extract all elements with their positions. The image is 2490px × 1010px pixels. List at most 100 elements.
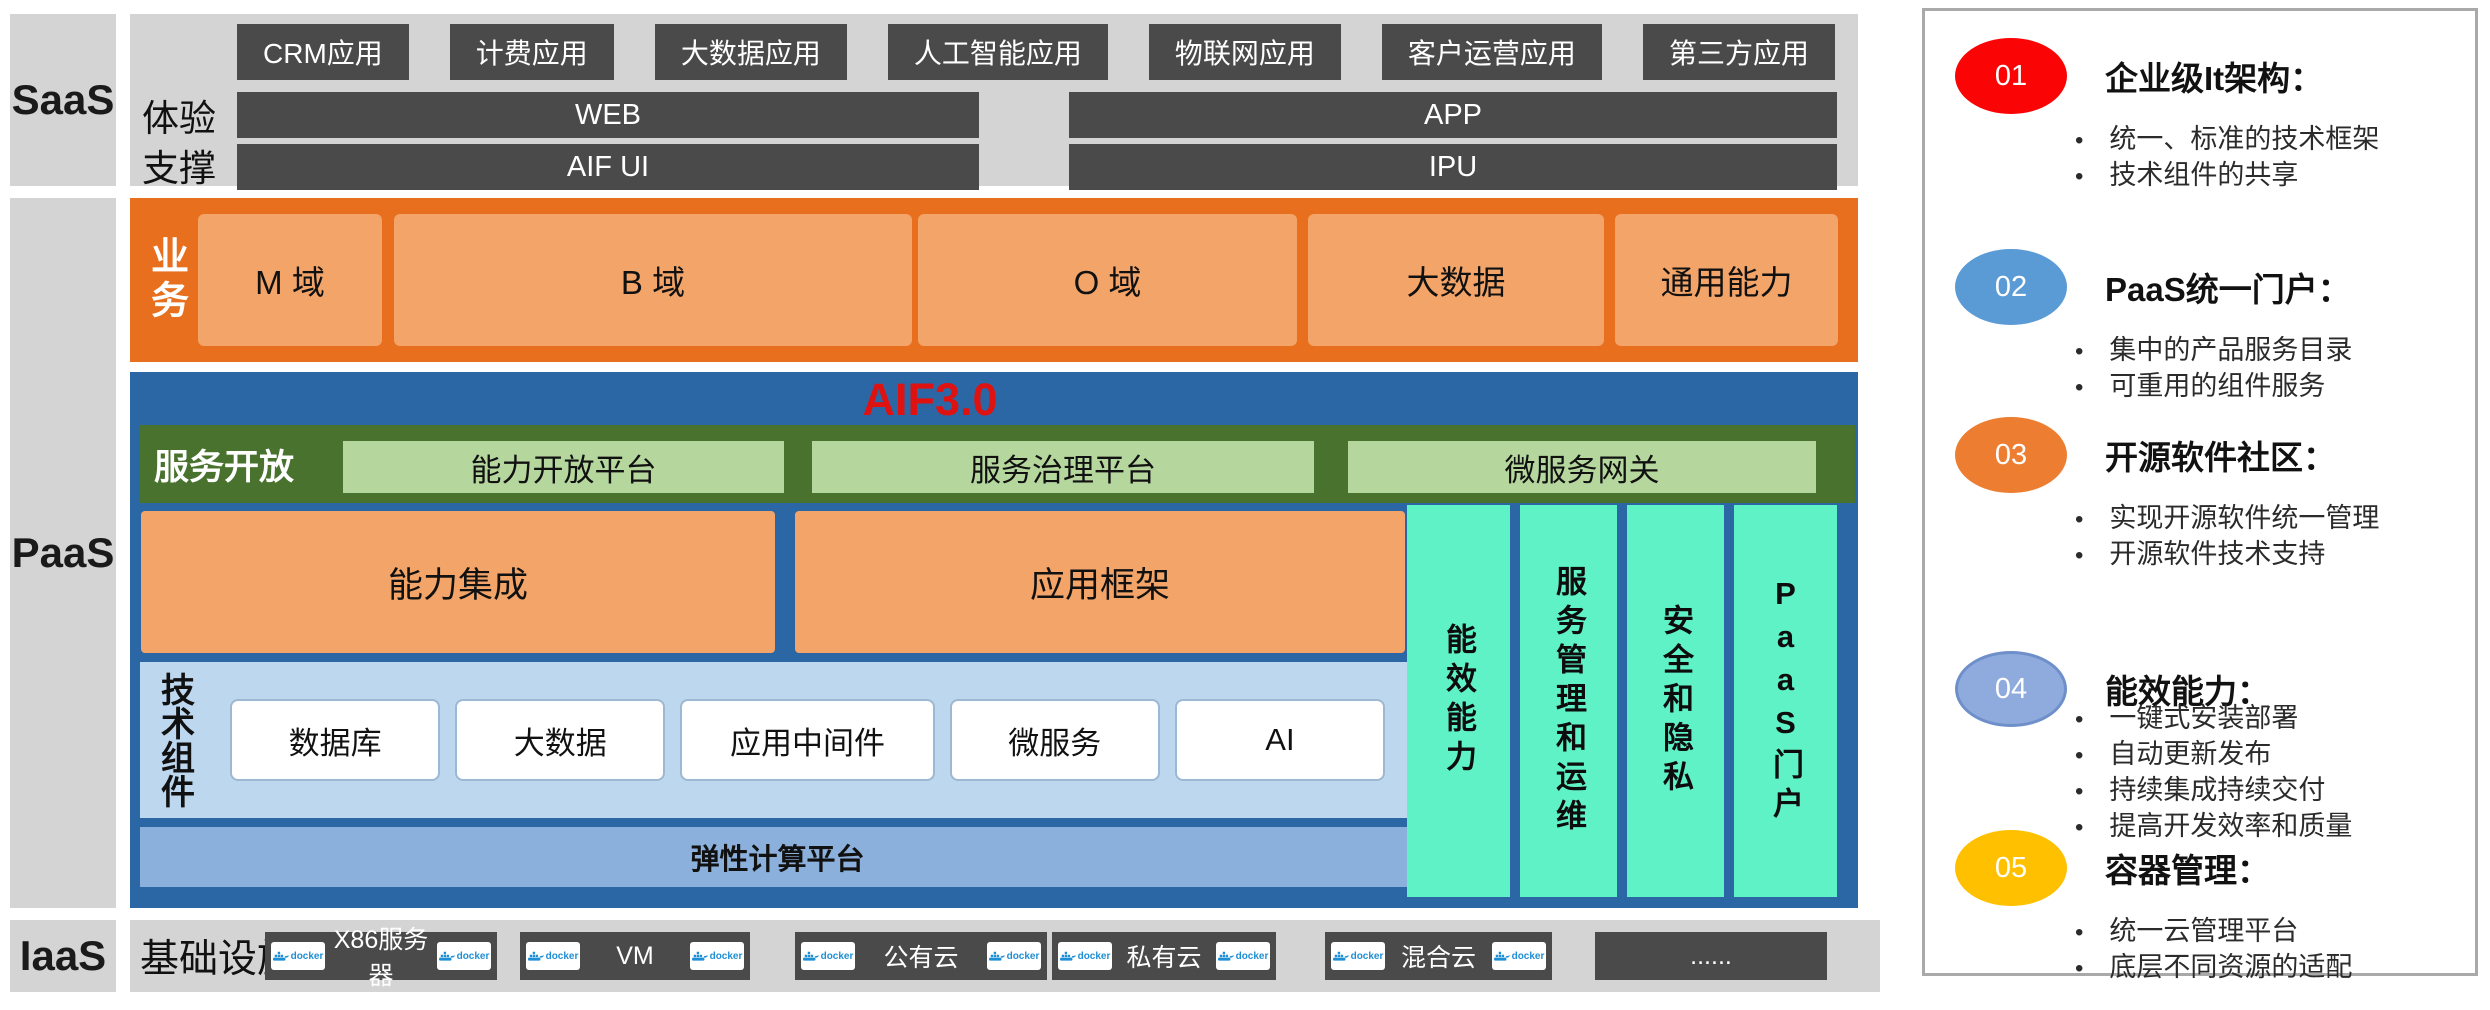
legend-item-1: 01 企业级It架构： 统一、标准的技术框架 技术组件的共享: [1925, 38, 2475, 114]
item-bullet: 开源软件技术支持: [2075, 537, 2379, 573]
capability-open-platform-box: 能力开放平台: [343, 441, 784, 493]
docker-logo-icon: docker: [526, 942, 580, 970]
service-open-band: 服务开放 能力开放平台 服务治理平台 微服务网关: [140, 425, 1855, 503]
item-bullet: 统一、标准的技术框架: [2075, 122, 2379, 158]
item-number-badge: 04: [1955, 651, 2067, 727]
domain-box-b: B 域: [394, 214, 912, 346]
tech-components-row: 数据库 大数据 应用中间件 微服务 AI: [230, 699, 1385, 781]
legend-item-2: 02 PaaS统一门户： 集中的产品服务目录 可重用的组件服务: [1925, 249, 2475, 325]
domain-box-o: O 域: [918, 214, 1297, 346]
iaas-box-label: ......: [1601, 942, 1821, 971]
saas-band: CRM应用 计费应用 大数据应用 人工智能应用 物联网应用 客户运营应用 第三方…: [130, 14, 1858, 186]
item-bullet: 自动更新发布: [2075, 737, 2352, 773]
iaas-box-label: X86服务器: [325, 920, 437, 992]
item-number-badge: 05: [1955, 830, 2067, 906]
item-title: 企业级It架构：: [2105, 52, 2323, 100]
architecture-diagram: SaaS PaaS IaaS CRM应用 计费应用 大数据应用 人工智能应用 物…: [0, 0, 2490, 1010]
aif-platform-title: AIF3.0: [130, 374, 1730, 426]
item-bullet: 持续集成持续交付: [2075, 773, 2352, 809]
iaas-box-hybrid-cloud: docker 混合云 docker: [1325, 932, 1552, 980]
legend-item-head: 01 企业级It架构：: [1925, 38, 2475, 114]
app-box-bigdata: 大数据应用: [655, 24, 847, 80]
web-bar: WEB: [237, 92, 979, 138]
tech-box-microservice: 微服务: [950, 699, 1160, 781]
iaas-box-label: VM: [580, 942, 690, 971]
pillar-efficiency: 能效能力: [1407, 505, 1510, 897]
iaas-box-vm: docker VM docker: [520, 932, 750, 980]
legend-item-head: 03 开源软件社区：: [1925, 417, 2475, 493]
item-number-badge: 02: [1955, 249, 2067, 325]
item-title: 开源软件社区：: [2105, 431, 2336, 479]
domain-box-bigdata: 大数据: [1308, 214, 1604, 346]
app-box-crm: CRM应用: [237, 24, 409, 80]
item-bullet: 一键式安装部署: [2075, 701, 2352, 737]
docker-logo-icon: docker: [271, 942, 325, 970]
docker-logo-icon: docker: [987, 942, 1041, 970]
tech-box-bigdata: 大数据: [455, 699, 665, 781]
app-box-ai: 人工智能应用: [888, 24, 1108, 80]
aif-ui-bar: AIF UI: [237, 144, 979, 190]
item-bullet: 实现开源软件统一管理: [2075, 501, 2379, 537]
capability-integration-box: 能力集成: [141, 511, 775, 653]
docker-logo-icon: docker: [437, 942, 491, 970]
app-box-customer-ops: 客户运营应用: [1382, 24, 1602, 80]
business-label: 业务: [140, 198, 192, 362]
iaas-box-more: ......: [1595, 932, 1827, 980]
experience-support-label: 体验 支撑: [142, 94, 236, 194]
tech-box-middleware: 应用中间件: [680, 699, 934, 781]
service-governance-platform-box: 服务治理平台: [812, 441, 1314, 493]
pillar-security-privacy: 安全和隐私: [1627, 505, 1724, 897]
item-bullets: 统一、标准的技术框架 技术组件的共享: [2075, 122, 2379, 194]
item-bullet: 底层不同资源的适配: [2075, 950, 2352, 986]
app-box-thirdparty: 第三方应用: [1643, 24, 1835, 80]
item-number-badge: 03: [1955, 417, 2067, 493]
item-bullets: 实现开源软件统一管理 开源软件技术支持: [2075, 501, 2379, 573]
saas-apps-row: CRM应用 计费应用 大数据应用 人工智能应用 物联网应用 客户运营应用 第三方…: [237, 24, 1835, 80]
docker-logo-icon: docker: [1331, 942, 1385, 970]
domain-box-m: M 域: [198, 214, 382, 346]
iaas-box-label: 私有云: [1112, 938, 1216, 974]
app-box-billing: 计费应用: [450, 24, 614, 80]
domain-box-common: 通用能力: [1615, 214, 1838, 346]
iaas-box-public-cloud: docker 公有云 docker: [795, 932, 1047, 980]
pillar-service-mgmt-ops: 服务管理和运维: [1520, 505, 1617, 897]
legend-item-3: 03 开源软件社区： 实现开源软件统一管理 开源软件技术支持: [1925, 417, 2475, 493]
item-number-badge: 01: [1955, 38, 2067, 114]
business-band: 业务 M 域 B 域 O 域 大数据 通用能力: [130, 198, 1858, 362]
layer-label-saas: SaaS: [10, 14, 116, 186]
docker-logo-icon: docker: [1058, 942, 1112, 970]
microservice-gateway-box: 微服务网关: [1348, 441, 1816, 493]
item-title: 容器管理：: [2105, 844, 2270, 892]
app-bar: APP: [1069, 92, 1837, 138]
tech-components-label: 技术组件: [150, 662, 200, 818]
experience-support-line1: 体验: [142, 94, 236, 144]
experience-support-line2: 支撑: [142, 144, 236, 194]
tech-box-database: 数据库: [230, 699, 440, 781]
item-bullet: 集中的产品服务目录: [2075, 333, 2352, 369]
docker-logo-icon: docker: [1216, 942, 1270, 970]
item-title: PaaS统一门户：: [2105, 263, 2351, 311]
iaas-box-private-cloud: docker 私有云 docker: [1052, 932, 1276, 980]
item-bullet: 统一云管理平台: [2075, 914, 2352, 950]
iaas-box-label: 混合云: [1385, 938, 1492, 974]
item-bullet: 技术组件的共享: [2075, 158, 2379, 194]
item-bullets: 集中的产品服务目录 可重用的组件服务: [2075, 333, 2352, 405]
legend-item-5: 05 容器管理： 统一云管理平台 底层不同资源的适配: [1925, 830, 2475, 906]
paas-band: AIF3.0 服务开放 能力开放平台 服务治理平台 微服务网关 能力集成 应用框…: [130, 372, 1858, 908]
item-bullets: 统一云管理平台 底层不同资源的适配: [2075, 914, 2352, 986]
app-box-iot: 物联网应用: [1149, 24, 1341, 80]
layer-label-iaas: IaaS: [10, 920, 116, 992]
legend-item-4: 04 能效能力： 一键式安装部署 自动更新发布 持续集成持续交付 提高开发效率和…: [1925, 651, 2475, 727]
docker-logo-icon: docker: [801, 942, 855, 970]
layer-label-paas: PaaS: [10, 198, 116, 908]
iaas-box-x86: docker X86服务器 docker: [265, 932, 497, 980]
iaas-box-label: 公有云: [855, 938, 987, 974]
item-bullets: 一键式安装部署 自动更新发布 持续集成持续交付 提高开发效率和质量: [2075, 701, 2352, 845]
iaas-band: 基础设施 docker X86服务器 docker docker VM dock…: [130, 920, 1880, 992]
ipu-bar: IPU: [1069, 144, 1837, 190]
pillar-paas-portal: PaaS门户: [1734, 505, 1837, 897]
tech-box-ai: AI: [1175, 699, 1385, 781]
docker-logo-icon: docker: [690, 942, 744, 970]
app-framework-box: 应用框架: [795, 511, 1405, 653]
service-open-label: 服务开放: [154, 425, 294, 503]
